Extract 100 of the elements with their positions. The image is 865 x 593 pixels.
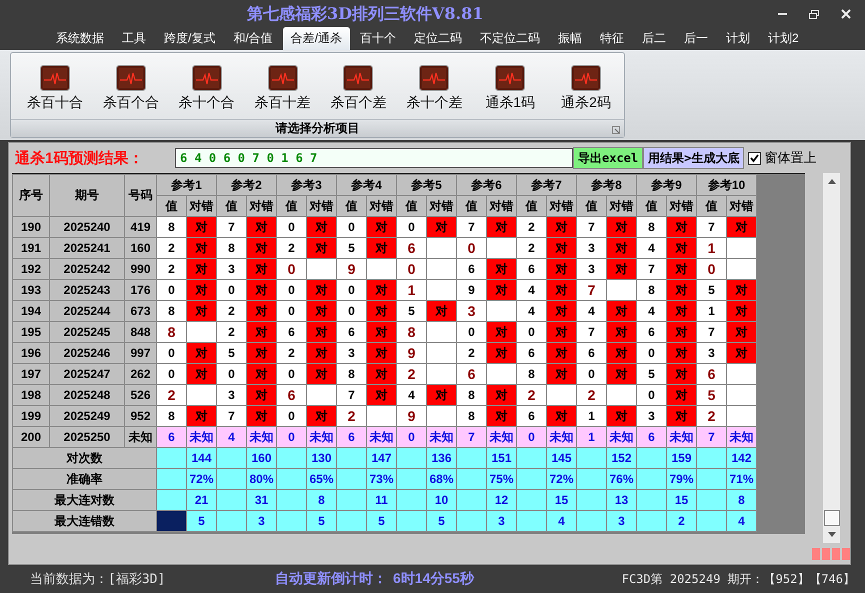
- hit-cell: 对: [486, 342, 516, 364]
- column-header: 值: [636, 196, 666, 216]
- table-cell: 2025241: [50, 238, 124, 258]
- dialog-launcher-icon[interactable]: [612, 126, 620, 134]
- column-header: 值: [576, 196, 606, 216]
- table-cell: 0: [396, 258, 426, 280]
- restore-icon[interactable]: [809, 10, 819, 18]
- table-cell: 0: [276, 406, 306, 426]
- column-header: 值: [456, 196, 486, 216]
- menu-tab[interactable]: 计划: [718, 27, 758, 50]
- table-cell: 3: [216, 258, 246, 280]
- minimize-icon[interactable]: [778, 12, 787, 16]
- table-cell: 8: [156, 322, 186, 342]
- menu-tab[interactable]: 后二: [634, 27, 674, 50]
- vertical-scrollbar[interactable]: [823, 173, 840, 543]
- table-cell: 5: [696, 384, 726, 406]
- ribbon-button[interactable]: 杀百个合: [92, 65, 169, 119]
- scroll-up-icon[interactable]: [828, 179, 836, 184]
- table-cell: 13: [606, 490, 636, 510]
- group-label: 请选择分析项目: [276, 120, 360, 137]
- generate-button[interactable]: 用结果>生成大底: [643, 147, 744, 169]
- table-cell: 8: [156, 406, 186, 426]
- column-header: 参考2: [216, 174, 276, 196]
- table-cell: 对次数: [12, 448, 156, 468]
- table-cell: 0: [216, 364, 246, 384]
- table-cell: 6: [336, 322, 366, 342]
- column-header: 对错: [546, 196, 576, 216]
- latest-draw-text: FC3D第 2025249 期开：【952】【746】: [622, 570, 855, 588]
- hit-cell: 对: [186, 406, 216, 426]
- table-cell: 151: [486, 448, 516, 468]
- menu-tab[interactable]: 工具: [114, 27, 154, 50]
- ribbon-button[interactable]: 杀十个合: [168, 65, 245, 119]
- table-cell: [516, 490, 546, 510]
- scroll-down-icon[interactable]: [828, 532, 836, 537]
- column-header: 参考1: [156, 174, 216, 196]
- table-cell: 31: [246, 490, 276, 510]
- ribbon-button[interactable]: 杀百十差: [244, 65, 320, 119]
- hit-cell: 对: [246, 406, 276, 426]
- table-cell: 2: [276, 238, 306, 258]
- table-cell: 6: [456, 364, 486, 384]
- menu-tab[interactable]: 合差/通杀: [282, 27, 350, 50]
- table-cell: 未知: [546, 426, 576, 448]
- table-cell: 0: [156, 364, 186, 384]
- hit-cell: 对: [666, 280, 696, 300]
- table-cell: 6: [516, 342, 546, 364]
- menu-tab[interactable]: 不定位二码: [472, 27, 548, 50]
- table-cell: 3: [336, 342, 366, 364]
- column-header: 参考4: [336, 174, 396, 196]
- table-cell: 3: [486, 510, 516, 532]
- menu-tab[interactable]: 振幅: [550, 27, 590, 50]
- ribbon-button[interactable]: 杀百个差: [320, 65, 396, 119]
- ribbon-button[interactable]: 通杀2码: [548, 65, 624, 119]
- table-cell: 4: [726, 510, 756, 532]
- hit-cell: 对: [186, 216, 216, 238]
- prediction-field[interactable]: 6 4 0 6 0 7 0 1 6 7: [175, 148, 573, 168]
- table-cell: 6: [456, 258, 486, 280]
- column-header: 对错: [306, 196, 336, 216]
- menu-tab[interactable]: 后一: [676, 27, 716, 50]
- heartbeat-monitor-icon: [343, 65, 374, 91]
- table-cell: 199: [12, 406, 50, 426]
- table-cell: 9: [336, 258, 366, 280]
- menu-tab[interactable]: 系统数据: [48, 27, 112, 50]
- menu-tab[interactable]: 特征: [592, 27, 632, 50]
- table-cell: 152: [606, 448, 636, 468]
- column-header: 值: [516, 196, 546, 216]
- hit-cell: 对: [246, 238, 276, 258]
- table-cell: 2: [276, 342, 306, 364]
- table-cell: 3: [576, 258, 606, 280]
- table-cell: 136: [426, 448, 456, 468]
- table-cell: 未知: [426, 426, 456, 448]
- table-cell: 72%: [546, 468, 576, 490]
- table-cell: 2025246: [50, 342, 124, 364]
- table-cell: 4: [516, 300, 546, 322]
- table-cell: 191: [12, 238, 50, 258]
- pin-checkbox[interactable]: [748, 152, 762, 164]
- ribbon-button[interactable]: 杀十个差: [396, 65, 472, 119]
- table-cell: 5: [396, 300, 426, 322]
- hit-cell: 对: [306, 300, 336, 322]
- table-cell: 8: [156, 300, 186, 322]
- table-cell: 8: [456, 384, 486, 406]
- table-cell: 1: [576, 406, 606, 426]
- menu-tab[interactable]: 百十个: [352, 27, 404, 50]
- close-icon[interactable]: [841, 9, 851, 19]
- hit-cell: 对: [186, 342, 216, 364]
- scrollbar-thumb[interactable]: [824, 510, 840, 526]
- ribbon-button[interactable]: 通杀1码: [472, 65, 548, 119]
- menu-tab[interactable]: 计划2: [760, 27, 807, 50]
- menu-tab[interactable]: 定位二码: [406, 27, 470, 50]
- hit-cell: 对: [546, 300, 576, 322]
- table-cell: 4: [516, 280, 546, 300]
- table-cell: 9: [396, 342, 426, 364]
- table-cell: 1: [696, 300, 726, 322]
- menu-tab[interactable]: 和/合值: [225, 27, 281, 50]
- export-button[interactable]: 导出excel: [573, 147, 644, 169]
- hit-cell: 对: [726, 342, 756, 364]
- ribbon-button[interactable]: 杀百十合: [17, 65, 93, 119]
- table-cell: 2: [456, 342, 486, 364]
- menu-tab[interactable]: 跨度/复式: [156, 27, 224, 50]
- table-cell: 0: [696, 258, 726, 280]
- table-cell: [636, 468, 666, 490]
